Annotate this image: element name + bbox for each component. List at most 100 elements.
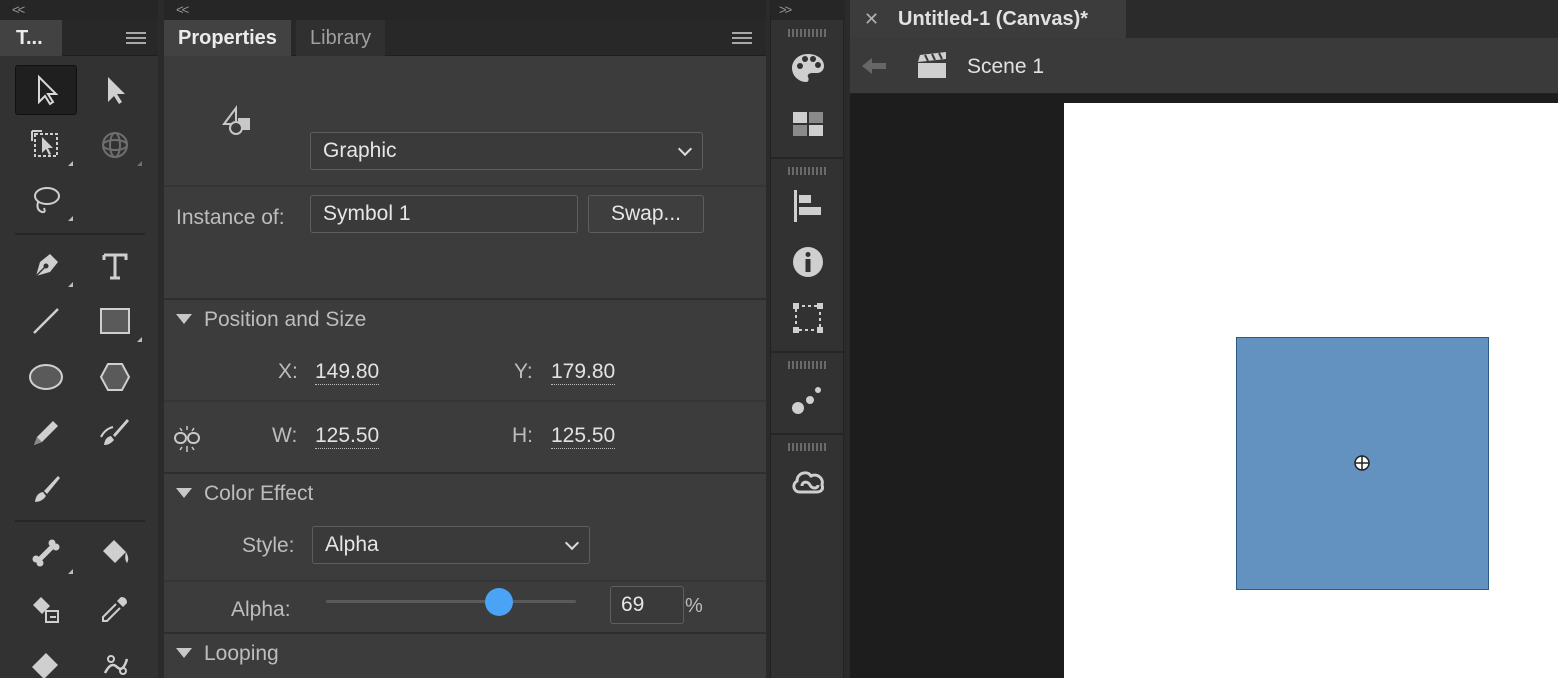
align-panel-button[interactable] [784, 182, 832, 230]
bone-icon [32, 539, 60, 567]
tool-group-indicator [68, 282, 73, 287]
back-arrow-icon[interactable] [860, 54, 888, 78]
pencil-icon [34, 421, 58, 445]
eraser-tool[interactable] [15, 638, 77, 678]
pencil-tool[interactable] [15, 408, 77, 458]
paint-brush-icon [100, 419, 129, 445]
alpha-slider-track[interactable] [326, 588, 576, 616]
disclosure-triangle-icon [176, 314, 192, 324]
eraser-icon [32, 653, 58, 678]
style-value: Alpha [325, 533, 379, 556]
dock-collapse-bar[interactable]: >> [771, 0, 845, 20]
rectangle-tool[interactable] [84, 296, 146, 346]
document-title: Untitled-1 (Canvas)* [898, 7, 1089, 30]
y-value[interactable]: 179.80 [551, 360, 616, 385]
h-value[interactable]: 125.50 [551, 424, 616, 449]
ink-bottle-tool[interactable] [15, 584, 77, 634]
panel-menu-icon[interactable] [732, 32, 752, 46]
color-effect-header[interactable]: Color Effect [204, 482, 313, 506]
expand-chevron-icon[interactable]: >> [779, 0, 792, 20]
panel-menu-icon[interactable] [126, 32, 146, 46]
tool-group-indicator [137, 161, 142, 166]
tools-collapse-bar[interactable]: << [0, 0, 158, 20]
lock-proportions-icon[interactable] [172, 424, 202, 454]
oval-icon [29, 364, 63, 390]
subselection-arrow-icon [108, 77, 125, 104]
transform-panel-button[interactable] [784, 294, 832, 342]
instance-of-value: Symbol 1 [323, 202, 411, 225]
color-panel-button[interactable] [784, 44, 832, 92]
panel-grip[interactable] [788, 361, 828, 369]
position-size-header[interactable]: Position and Size [204, 308, 366, 332]
properties-tabbar: Properties Library [164, 20, 766, 56]
tool-group-indicator [68, 569, 73, 574]
subselection-tool[interactable] [84, 65, 146, 115]
bone-tool[interactable] [15, 528, 77, 578]
document-tab[interactable]: ✕ Untitled-1 (Canvas)* [850, 0, 1126, 38]
info-panel-button[interactable] [784, 238, 832, 286]
w-value[interactable]: 125.50 [315, 424, 380, 449]
free-transform-tool[interactable] [15, 120, 77, 170]
divider [164, 472, 766, 474]
tab-properties[interactable]: Properties [164, 20, 291, 56]
pen-tool[interactable] [15, 241, 77, 291]
classic-brush-tool[interactable] [15, 464, 77, 514]
style-dropdown[interactable]: Alpha [312, 526, 590, 564]
polystar-tool[interactable] [84, 352, 146, 402]
x-value[interactable]: 149.80 [315, 360, 380, 385]
motion-presets-button[interactable] [784, 376, 832, 424]
align-icon [794, 190, 821, 222]
style-label: Style: [242, 534, 295, 557]
tab-tools[interactable]: T... [0, 20, 62, 56]
cc-libraries-button[interactable] [784, 458, 832, 506]
brush-tool[interactable] [84, 408, 146, 458]
stage[interactable] [1064, 103, 1558, 678]
asset-warp-tool[interactable] [84, 638, 146, 678]
document-tab-bar: ✕ Untitled-1 (Canvas)* [850, 0, 1558, 38]
collapse-chevron-icon[interactable]: << [12, 0, 25, 20]
swatches-panel-button[interactable] [784, 100, 832, 148]
transform-icon [793, 303, 823, 333]
lasso-tool[interactable] [15, 175, 77, 225]
tab-library[interactable]: Library [296, 20, 386, 56]
looping-toggle[interactable] [176, 648, 192, 658]
chevron-down-icon [564, 535, 580, 551]
3d-rotation-tool[interactable] [84, 120, 146, 170]
disclosure-triangle-icon [176, 488, 192, 498]
selection-tool[interactable] [15, 65, 77, 115]
y-label: Y: [514, 360, 533, 383]
position-size-toggle[interactable] [176, 314, 192, 324]
divider [164, 580, 766, 582]
symbol-type-dropdown[interactable]: Graphic [310, 132, 703, 170]
text-tool[interactable] [84, 241, 146, 291]
panel-grip[interactable] [788, 29, 828, 37]
alpha-slider-thumb[interactable] [484, 588, 513, 616]
panel-grip[interactable] [788, 443, 828, 451]
swap-button[interactable]: Swap... [588, 195, 704, 233]
x-label: X: [278, 360, 298, 383]
alpha-value: 69 [621, 593, 645, 616]
color-effect-toggle[interactable] [176, 488, 192, 498]
tool-group-indicator [137, 337, 142, 342]
properties-collapse-bar[interactable]: << [164, 0, 766, 20]
oval-tool[interactable] [15, 352, 77, 402]
collapse-chevron-icon[interactable]: << [176, 0, 189, 20]
alpha-input[interactable]: 69 [610, 586, 684, 624]
chevron-down-icon [677, 141, 693, 157]
swatches-icon [793, 112, 823, 136]
tool-group-indicator [68, 161, 73, 166]
scene-name[interactable]: Scene 1 [967, 55, 1044, 79]
tool-divider [15, 520, 145, 522]
close-tab-icon[interactable]: ✕ [864, 9, 890, 30]
tools-panel: << T... [0, 0, 158, 678]
symbol-instance[interactable] [1236, 337, 1489, 590]
panel-grip[interactable] [788, 167, 828, 175]
paint-bucket-tool[interactable] [84, 528, 146, 578]
line-tool[interactable] [15, 296, 77, 346]
looping-header[interactable]: Looping [204, 642, 279, 666]
brush-icon [35, 476, 60, 502]
motion-presets-icon [792, 387, 821, 414]
eyedropper-tool[interactable] [84, 584, 146, 634]
properties-panel: << Properties Library Graphic Instance o… [164, 0, 766, 678]
instance-of-field[interactable]: Symbol 1 [310, 195, 578, 233]
